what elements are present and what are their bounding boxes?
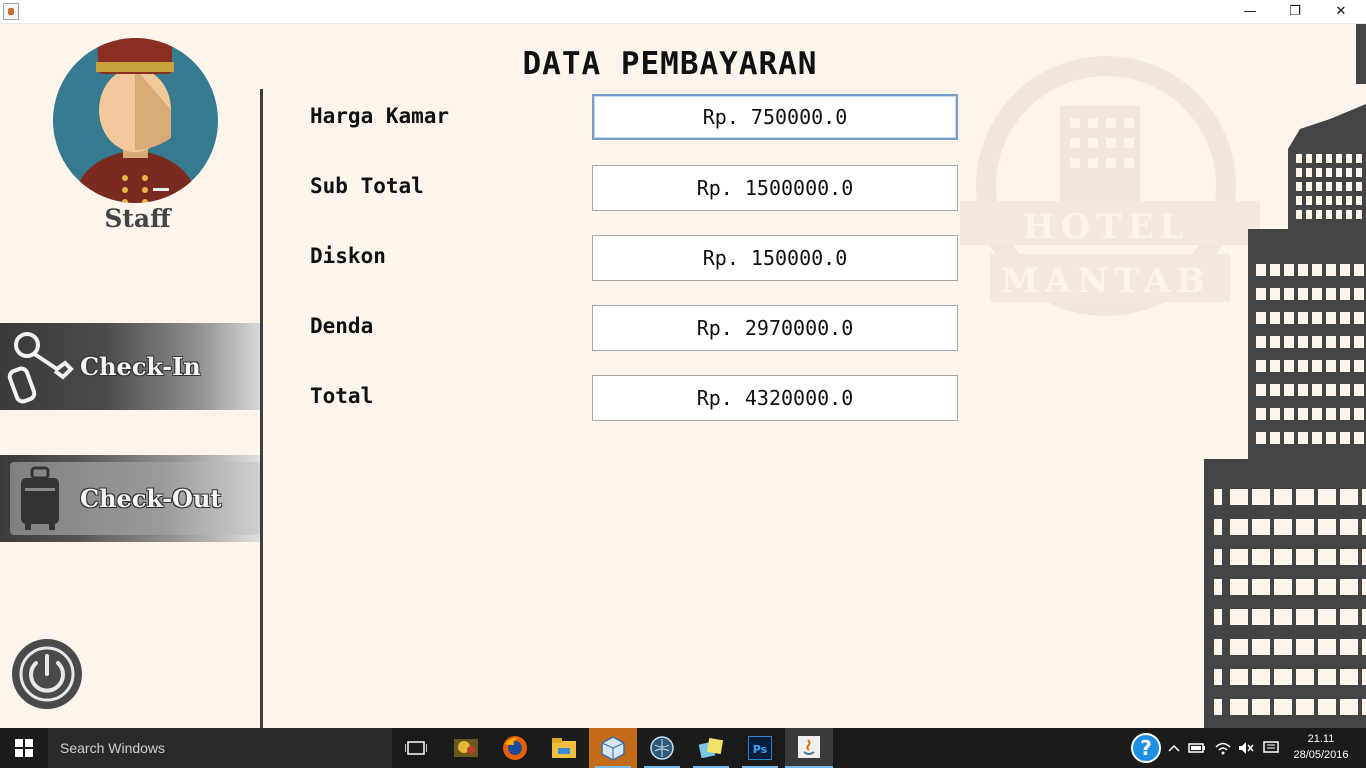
firefox-icon[interactable] xyxy=(491,728,539,768)
photoshop-icon[interactable]: Ps xyxy=(736,728,784,768)
logo-line2: MANTAB xyxy=(1001,261,1211,301)
svg-text:?: ? xyxy=(1140,736,1152,760)
search-box[interactable]: Search Windows xyxy=(48,728,392,768)
luggage-icon xyxy=(0,455,80,542)
svg-text:Ps: Ps xyxy=(753,743,768,756)
keys-icon xyxy=(0,323,80,410)
window-titlebar: — ❐ ✕ xyxy=(0,0,1366,24)
sidebar: Staff Check-In Check-Out xyxy=(0,24,260,728)
building-illustration xyxy=(1204,24,1366,728)
denda-field[interactable]: Rp. 2970000.0 xyxy=(592,305,958,351)
task-view-icon[interactable] xyxy=(392,728,440,768)
close-button[interactable]: ✕ xyxy=(1318,0,1364,22)
bellboy-icon xyxy=(73,38,198,203)
staff-label: Staff xyxy=(104,204,171,233)
minimize-button[interactable]: — xyxy=(1227,0,1273,22)
taskbar-clock[interactable]: 21.11 28/05/2016 xyxy=(1288,731,1354,763)
checkin-button[interactable]: Check-In xyxy=(0,323,260,410)
sidebar-divider xyxy=(260,89,263,728)
wifi-icon[interactable] xyxy=(1212,728,1234,768)
harga-kamar-field[interactable]: Rp. 750000.0 xyxy=(592,94,958,140)
label-denda: Denda xyxy=(310,314,374,338)
taskbar: Search Windows Ps ? 21.11 28/05/2016 xyxy=(0,728,1366,768)
power-icon xyxy=(19,646,75,702)
battery-icon[interactable] xyxy=(1186,728,1208,768)
java-taskbar-icon[interactable] xyxy=(785,728,833,768)
staff-avatar xyxy=(53,38,218,203)
game-app-icon[interactable] xyxy=(442,728,490,768)
windows-logo-icon xyxy=(15,739,33,757)
logo-line1: HOTEL xyxy=(1023,207,1190,247)
volume-muted-icon[interactable] xyxy=(1236,728,1256,768)
tray-chevron-up-icon[interactable] xyxy=(1166,728,1182,768)
label-sub-total: Sub Total xyxy=(310,174,424,198)
sub-total-field[interactable]: Rp. 1500000.0 xyxy=(592,165,958,211)
checkin-label: Check-In xyxy=(80,352,201,381)
checkout-label: Check-Out xyxy=(80,484,222,513)
globe-app-icon[interactable] xyxy=(638,728,686,768)
power-button[interactable] xyxy=(12,639,82,709)
maximize-button[interactable]: ❐ xyxy=(1272,0,1318,22)
action-center-icon[interactable] xyxy=(1260,728,1282,768)
start-button[interactable] xyxy=(0,728,48,768)
checkout-button[interactable]: Check-Out xyxy=(0,455,260,542)
diskon-field[interactable]: Rp. 150000.0 xyxy=(592,235,958,281)
label-total: Total xyxy=(310,384,374,408)
help-icon[interactable]: ? xyxy=(1128,728,1164,768)
clock-date: 28/05/2016 xyxy=(1293,749,1349,761)
file-explorer-icon[interactable] xyxy=(540,728,588,768)
sticky-notes-icon[interactable] xyxy=(687,728,735,768)
page-title: DATA PEMBAYARAN xyxy=(522,46,818,82)
app-window: HOTEL MANTAB Staff Check-In Check-Out DA… xyxy=(0,24,1366,728)
label-harga-kamar: Harga Kamar xyxy=(310,104,450,128)
label-diskon: Diskon xyxy=(310,244,386,268)
java-app-icon xyxy=(3,3,19,20)
virtualbox-icon[interactable] xyxy=(589,728,637,768)
clock-time: 21.11 xyxy=(1307,733,1335,745)
total-field[interactable]: Rp. 4320000.0 xyxy=(592,375,958,421)
